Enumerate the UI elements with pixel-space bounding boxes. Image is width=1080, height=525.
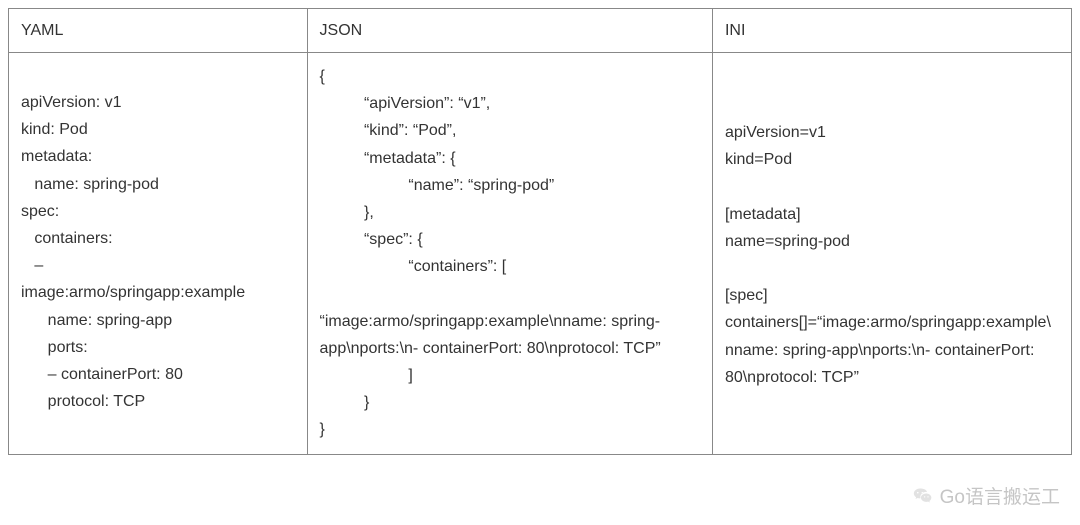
watermark-text: Go语言搬运工 [940, 482, 1060, 509]
yaml-code: apiVersion: v1 kind: Pod metadata: name:… [21, 63, 295, 415]
wechat-icon [912, 486, 934, 506]
watermark: Go语言搬运工 [912, 482, 1060, 509]
cell-ini: apiVersion=v1 kind=Pod [metadata] name=s… [712, 53, 1071, 455]
header-json: JSON [307, 9, 712, 53]
format-comparison-table: YAML JSON INI apiVersion: v1 kind: Pod m… [8, 8, 1072, 455]
ini-code: apiVersion=v1 kind=Pod [metadata] name=s… [725, 63, 1059, 391]
cell-yaml: apiVersion: v1 kind: Pod metadata: name:… [9, 53, 308, 455]
json-code: { “apiVersion”: “v1”, “kind”: “Pod”, “me… [320, 63, 700, 444]
table-header-row: YAML JSON INI [9, 9, 1072, 53]
cell-json: { “apiVersion”: “v1”, “kind”: “Pod”, “me… [307, 53, 712, 455]
table-content-row: apiVersion: v1 kind: Pod metadata: name:… [9, 53, 1072, 455]
header-yaml: YAML [9, 9, 308, 53]
header-ini: INI [712, 9, 1071, 53]
